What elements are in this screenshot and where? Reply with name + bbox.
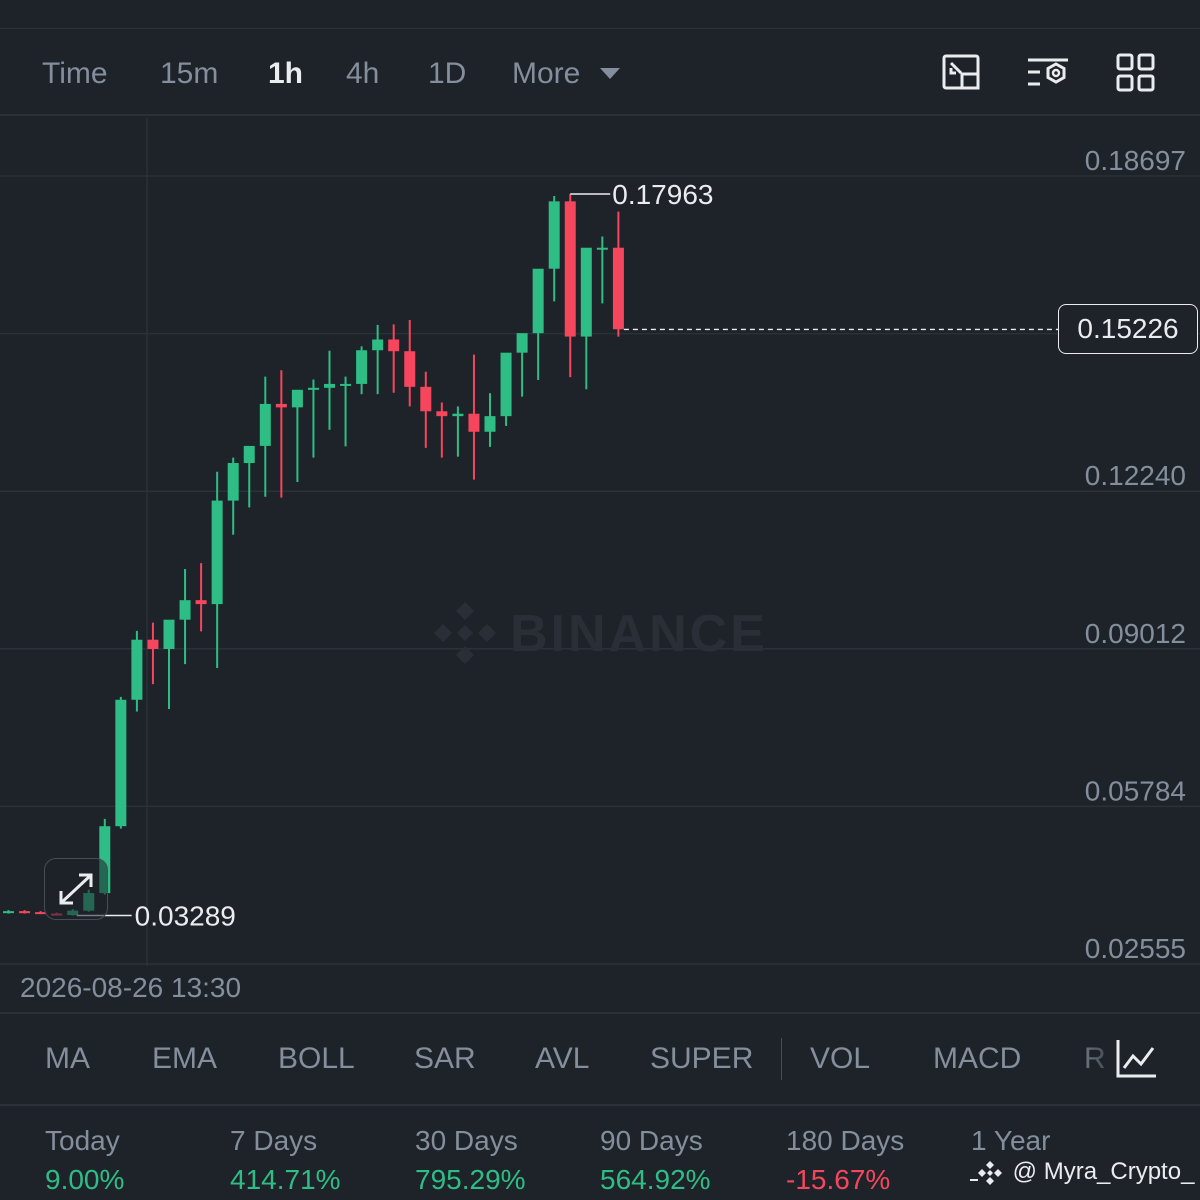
candle-body [372,339,384,351]
caret-down-icon[interactable] [600,68,620,79]
candle-body [452,413,464,417]
candle-body [307,387,319,390]
candle-body [19,911,31,914]
candle-body [243,445,255,464]
author-credit: @ Myra_Crypto_ [970,1158,1194,1186]
chart-toolbar: Time 15m 1h 4h 1D More [0,30,1200,116]
candle-body [612,247,624,330]
candle-body [195,600,207,605]
credit-text: @ Myra_Crypto_ [1012,1158,1195,1185]
candle-body [516,333,528,353]
candle-body [388,339,400,352]
candle-body [324,383,335,388]
stat-7-days[interactable]: 7 Days 414.71% [230,1124,341,1197]
interval-15m[interactable]: 15m [160,57,218,91]
binance-watermark: BINANCE [430,598,780,668]
indicator-bar: MA EMA BOLL SAR AVL SUPER VOL MACD R [0,1014,1200,1106]
candle-body [484,416,496,432]
time-interval-label[interactable]: Time [42,57,108,91]
candle-body [179,600,191,620]
indicator-ema[interactable]: EMA [152,1042,217,1076]
chart-settings-icon[interactable] [940,52,984,94]
candle-body [291,389,303,408]
indicator-macd[interactable]: MACD [933,1042,1021,1076]
price-chart[interactable]: 0.186970.154680.122400.090120.057840.025… [0,118,1200,1013]
y-axis-tick-label: 0.05784 [1085,775,1186,806]
more-intervals-button[interactable]: More [512,57,580,91]
binance-logo-icon [434,602,496,664]
candle-body [580,247,592,337]
stat-label: 180 Days [786,1125,905,1156]
crosshair-timestamp: 2026-08-26 13:30 [20,972,242,1003]
interval-4h[interactable]: 4h [346,57,379,91]
y-axis-tick-label: 0.12240 [1085,460,1186,491]
candle-body [548,201,560,269]
stat-30-days[interactable]: 30 Days 795.29% [415,1124,526,1197]
indicator-divider [781,1038,782,1080]
indicator-vol[interactable]: VOL [810,1042,870,1076]
candle-body [211,500,223,605]
current-price-tag: 0.15226 [1058,304,1198,355]
indicator-super[interactable]: SUPER [650,1042,753,1076]
stat-value: -15.67% [786,1164,891,1195]
stat-value: 9.00% [45,1164,125,1195]
candle-body [436,411,448,417]
interval-1d[interactable]: 1D [428,57,466,91]
indicator-ma[interactable]: MA [45,1042,90,1076]
candle-body [356,350,368,384]
candle-body [163,619,175,649]
candle-body [532,268,544,334]
y-axis-tick-label: 0.02555 [1085,933,1186,964]
stat-label: Today [45,1125,120,1156]
indicator-sar[interactable]: SAR [414,1042,476,1076]
candle-body [420,386,432,412]
stat-90-days[interactable]: 90 Days 564.92% [600,1124,711,1197]
top-divider [0,28,1200,29]
stat-label: 90 Days [600,1125,703,1156]
stat-180-days[interactable]: 180 Days -15.67% [786,1124,904,1197]
candle-body [147,639,159,649]
candle-body [259,403,271,446]
candle-body [115,699,127,827]
candle-body [227,463,239,501]
candle-body [3,911,14,914]
grid-layout-icon[interactable] [1114,52,1158,94]
y-axis-tick-label: 0.09012 [1085,618,1186,649]
y-axis-tick-label: 0.18697 [1085,145,1186,176]
stat-value: 414.71% [230,1164,341,1195]
candle-body [596,247,608,250]
binance-square-logo-icon [970,1160,1002,1185]
candle-body [404,351,416,387]
line-chart-icon[interactable] [1114,1038,1158,1080]
expand-chart-button[interactable] [44,858,108,920]
stat-value: 564.92% [600,1164,711,1195]
candle-body [500,352,512,417]
performance-stats: Today 9.00% 7 Days 414.71% 30 Days 795.2… [0,1108,1200,1200]
stat-label: 7 Days [230,1125,318,1156]
stat-value: 795.29% [415,1164,526,1195]
layout-settings-icon[interactable] [1026,52,1070,94]
candle-body [275,403,287,408]
low-price-label: 0.03289 [135,901,236,932]
candle-body [564,201,576,337]
candlestick-chart[interactable]: 0.186970.154680.122400.090120.057840.025… [0,118,1200,1013]
indicator-avl[interactable]: AVL [535,1042,589,1076]
high-price-label: 0.17963 [612,179,713,210]
candle-body [340,383,352,386]
stat-today[interactable]: Today 9.00% [45,1124,124,1197]
indicator-boll[interactable]: BOLL [278,1042,355,1076]
stat-label: 30 Days [415,1125,518,1156]
stat-label: 1 Year [971,1125,1051,1156]
watermark-text: BINANCE [510,605,768,663]
candle-body [468,413,480,432]
expand-arrows-icon [59,873,93,905]
interval-1h[interactable]: 1h [268,57,303,91]
candle-body [131,639,143,700]
